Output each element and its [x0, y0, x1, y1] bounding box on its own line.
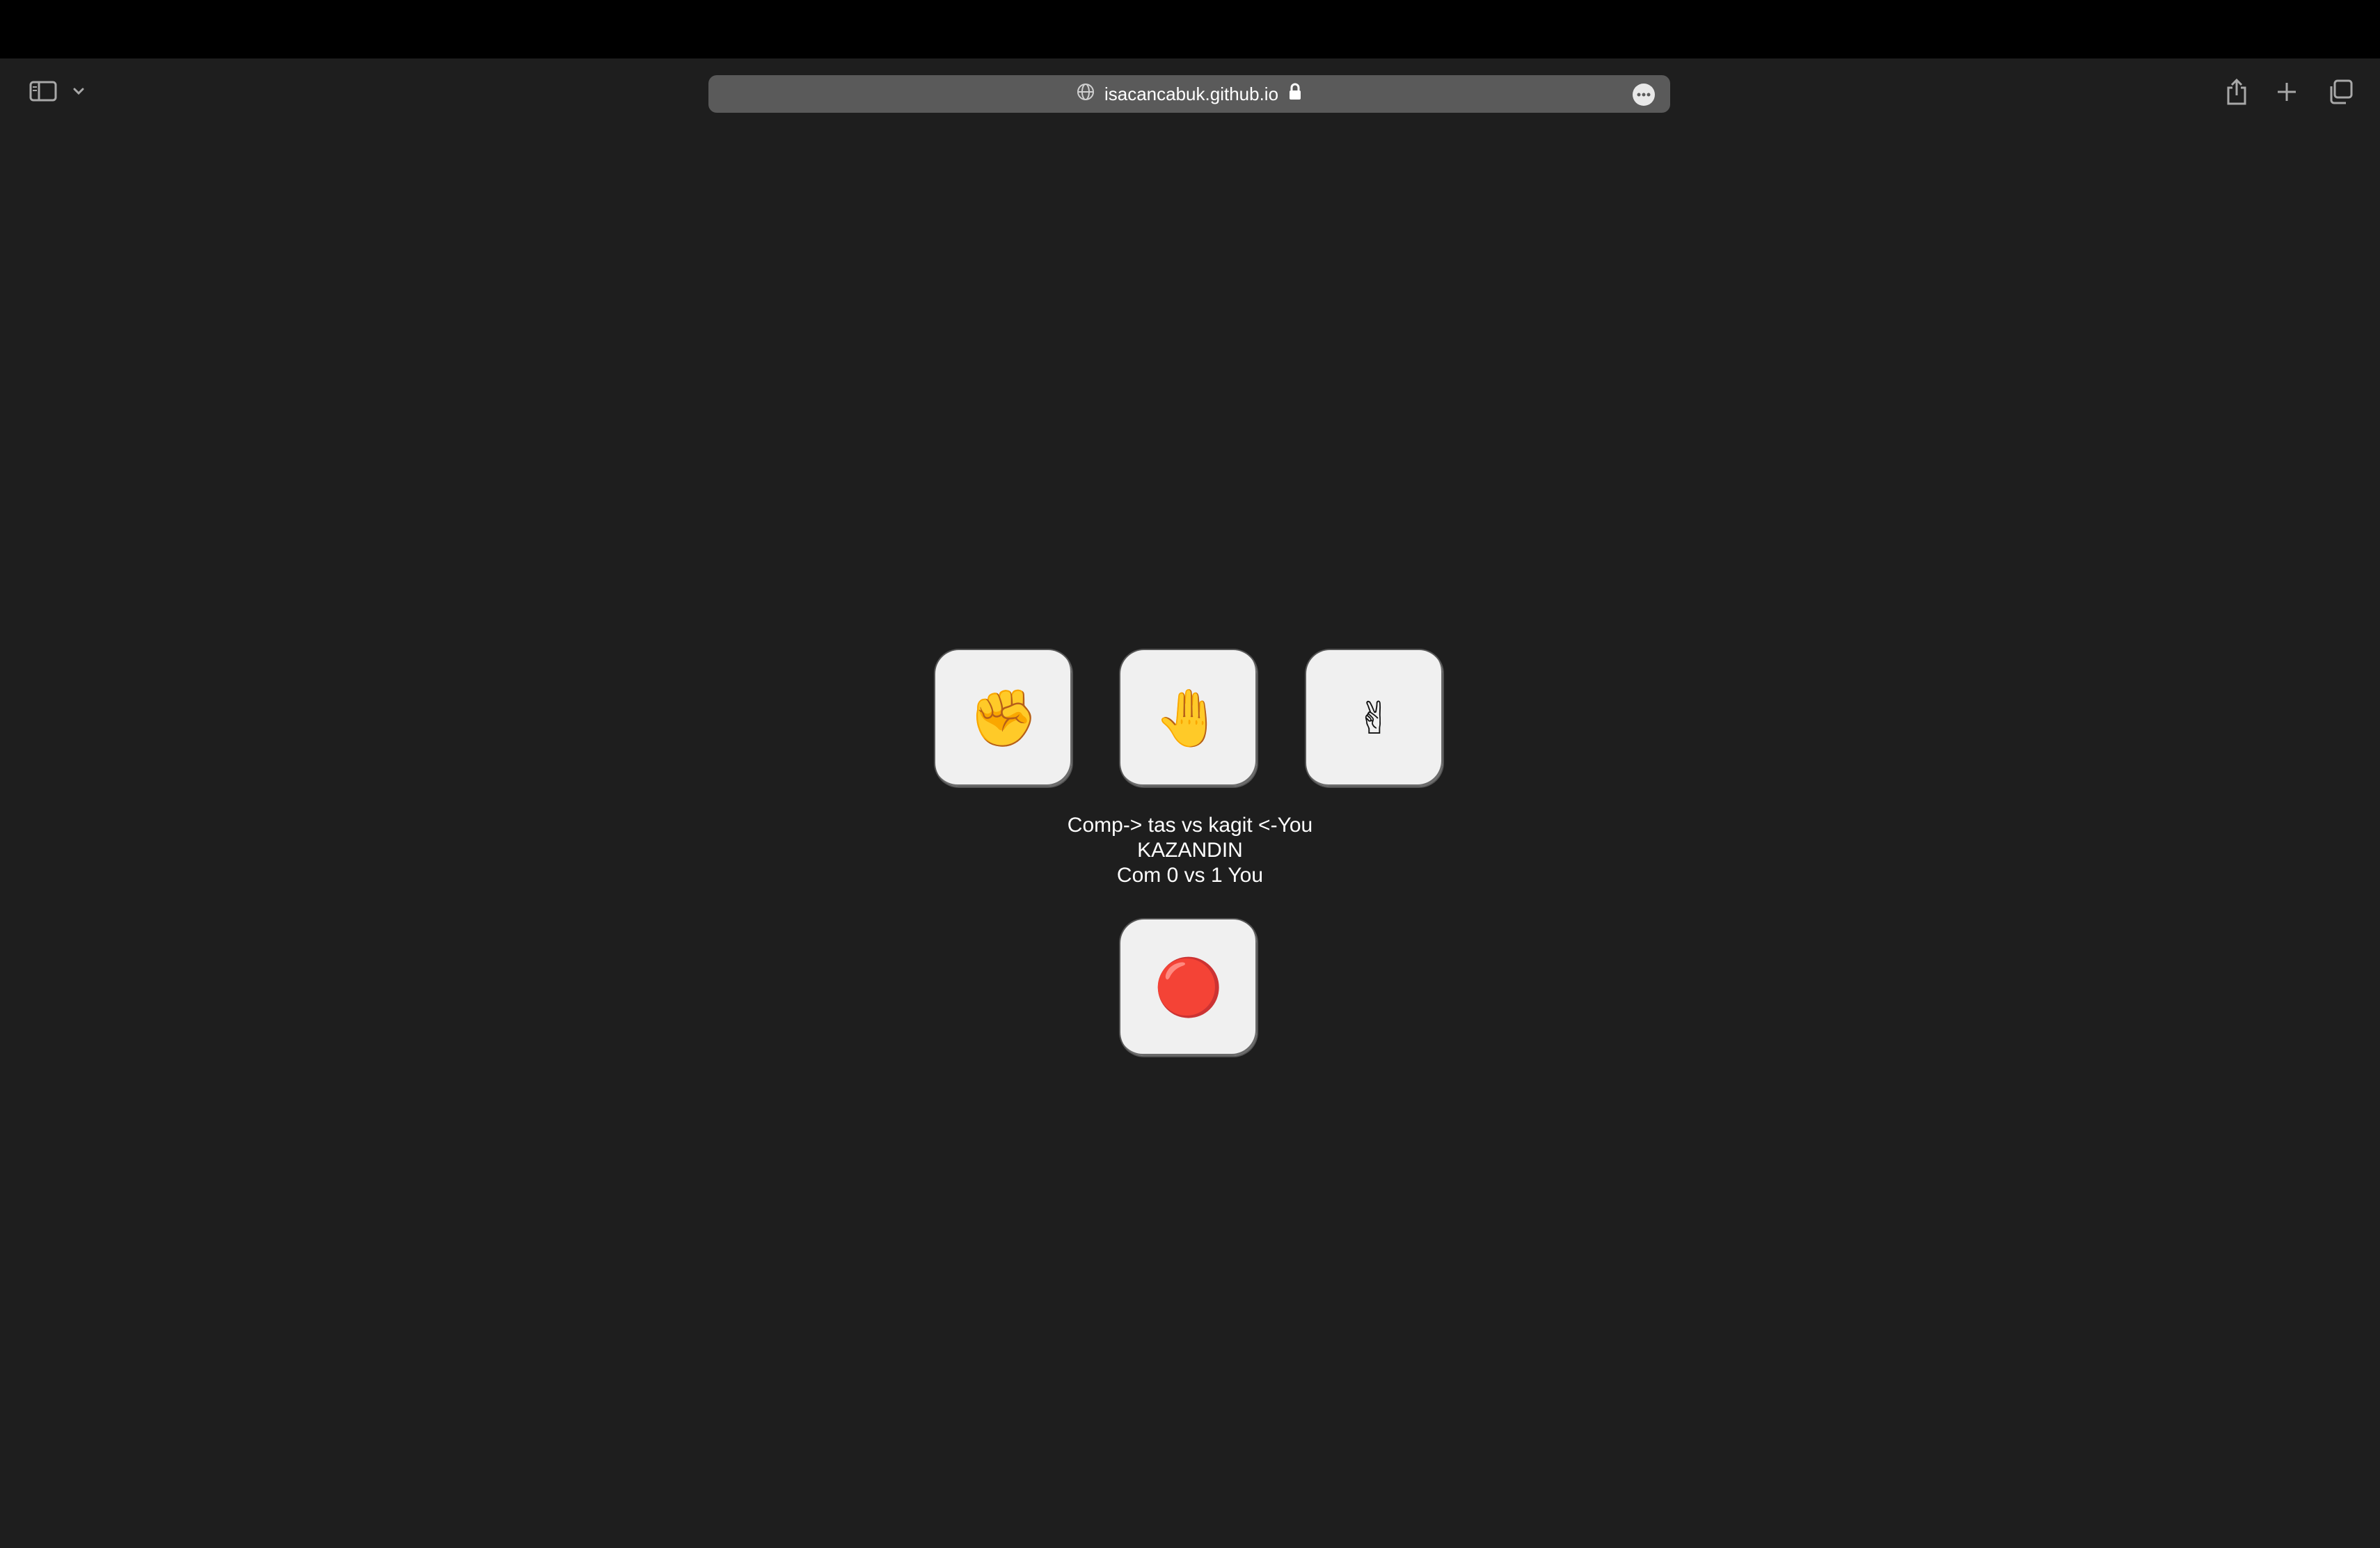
paper-button[interactable]: 🤚 [1120, 650, 1257, 787]
red-circle-icon: 🔴 [1154, 956, 1223, 1018]
score-text: Com 0 vs 1 You [1116, 864, 1264, 887]
system-menubar [0, 0, 2380, 58]
victory-hand-icon: ✌ [1356, 693, 1393, 743]
plus-icon[interactable] [2270, 74, 2303, 110]
match-text: Comp-> tas vs kagit <-You [1067, 814, 1313, 837]
outcome-text: KAZANDIN [1137, 839, 1243, 862]
share-icon[interactable] [2220, 74, 2253, 110]
lock-icon [1288, 83, 1302, 106]
address-bar[interactable]: isacancabuk.github.io [708, 75, 1670, 113]
reset-button[interactable]: 🔴 [1120, 919, 1257, 1056]
raised-fist-icon: ✊ [969, 687, 1038, 749]
ellipsis-icon[interactable] [1633, 84, 1655, 106]
chevron-down-icon[interactable] [68, 79, 89, 103]
sidebar-icon[interactable] [25, 77, 61, 106]
result-panel: Comp-> tas vs kagit <-You KAZANDIN Com 0… [905, 813, 1475, 888]
scissors-button[interactable]: ✌ [1306, 650, 1443, 787]
tabs-overview-icon[interactable] [2323, 74, 2358, 110]
rock-button[interactable]: ✊ [935, 650, 1072, 787]
globe-icon [1077, 83, 1095, 106]
browser-toolbar: isacancabuk.github.io [0, 58, 2380, 128]
url-text: isacancabuk.github.io [1104, 83, 1279, 104]
raised-hand-icon: 🤚 [1154, 687, 1223, 749]
